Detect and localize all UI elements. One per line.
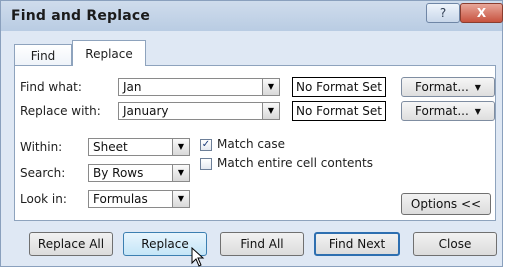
within-label: Within: — [20, 140, 63, 154]
replace-format-label: Format... — [415, 104, 469, 118]
replace-with-label: Replace with: — [20, 104, 101, 118]
search-label: Search: — [20, 166, 66, 180]
replace-with-combobox[interactable]: January ▼ — [118, 102, 280, 120]
match-entire-checkbox[interactable] — [200, 158, 212, 170]
find-what-label: Find what: — [20, 80, 82, 94]
replace-all-button[interactable]: Replace All — [29, 232, 113, 256]
within-select[interactable]: Sheet ▼ — [88, 138, 190, 156]
find-what-combobox[interactable]: Jan ▼ — [118, 78, 280, 96]
replace-with-dropdown-icon[interactable]: ▼ — [262, 103, 279, 119]
match-entire-label: Match entire cell contents — [217, 156, 373, 170]
close-window-button[interactable]: X — [460, 3, 503, 23]
dialog-panel: Find Replace Find what: Jan ▼ No Format … — [14, 40, 496, 221]
find-next-button[interactable]: Find Next — [314, 232, 400, 256]
find-format-label: Format... — [415, 80, 469, 94]
replace-format-status: No Format Set — [292, 101, 386, 121]
chevron-down-icon: ▼ — [474, 82, 481, 92]
look-in-label: Look in: — [20, 192, 67, 206]
chevron-down-icon: ▼ — [474, 106, 481, 116]
within-value: Sheet — [93, 140, 128, 154]
close-button[interactable]: Close — [413, 232, 497, 256]
find-format-button[interactable]: Format... ▼ — [401, 77, 495, 97]
find-replace-dialog: Find and Replace ? X Find Replace Find w… — [0, 0, 503, 267]
search-dropdown-icon[interactable]: ▼ — [172, 165, 189, 181]
find-all-button[interactable]: Find All — [220, 232, 304, 256]
dialog-title: Find and Replace — [11, 8, 151, 24]
search-value: By Rows — [93, 166, 144, 180]
replace-tab-page: Find what: Jan ▼ No Format Set Format...… — [14, 65, 496, 221]
look-in-select[interactable]: Formulas ▼ — [88, 190, 190, 208]
find-format-status: No Format Set — [292, 77, 386, 97]
help-button[interactable]: ? — [426, 3, 460, 23]
tab-replace[interactable]: Replace — [72, 40, 146, 66]
look-in-dropdown-icon[interactable]: ▼ — [172, 191, 189, 207]
title-bar: Find and Replace ? X — [1, 1, 503, 31]
match-case-checkbox[interactable]: ✓ — [200, 139, 212, 151]
find-what-dropdown-icon[interactable]: ▼ — [262, 79, 279, 95]
tab-find[interactable]: Find — [14, 44, 72, 66]
options-button[interactable]: Options << — [401, 193, 491, 215]
match-case-label: Match case — [217, 137, 286, 151]
within-dropdown-icon[interactable]: ▼ — [172, 139, 189, 155]
mouse-pointer-icon — [191, 247, 205, 267]
replace-format-button[interactable]: Format... ▼ — [401, 101, 495, 121]
replace-with-value: January — [123, 104, 169, 118]
find-what-value: Jan — [123, 80, 142, 94]
search-select[interactable]: By Rows ▼ — [88, 164, 190, 182]
look-in-value: Formulas — [93, 192, 148, 206]
